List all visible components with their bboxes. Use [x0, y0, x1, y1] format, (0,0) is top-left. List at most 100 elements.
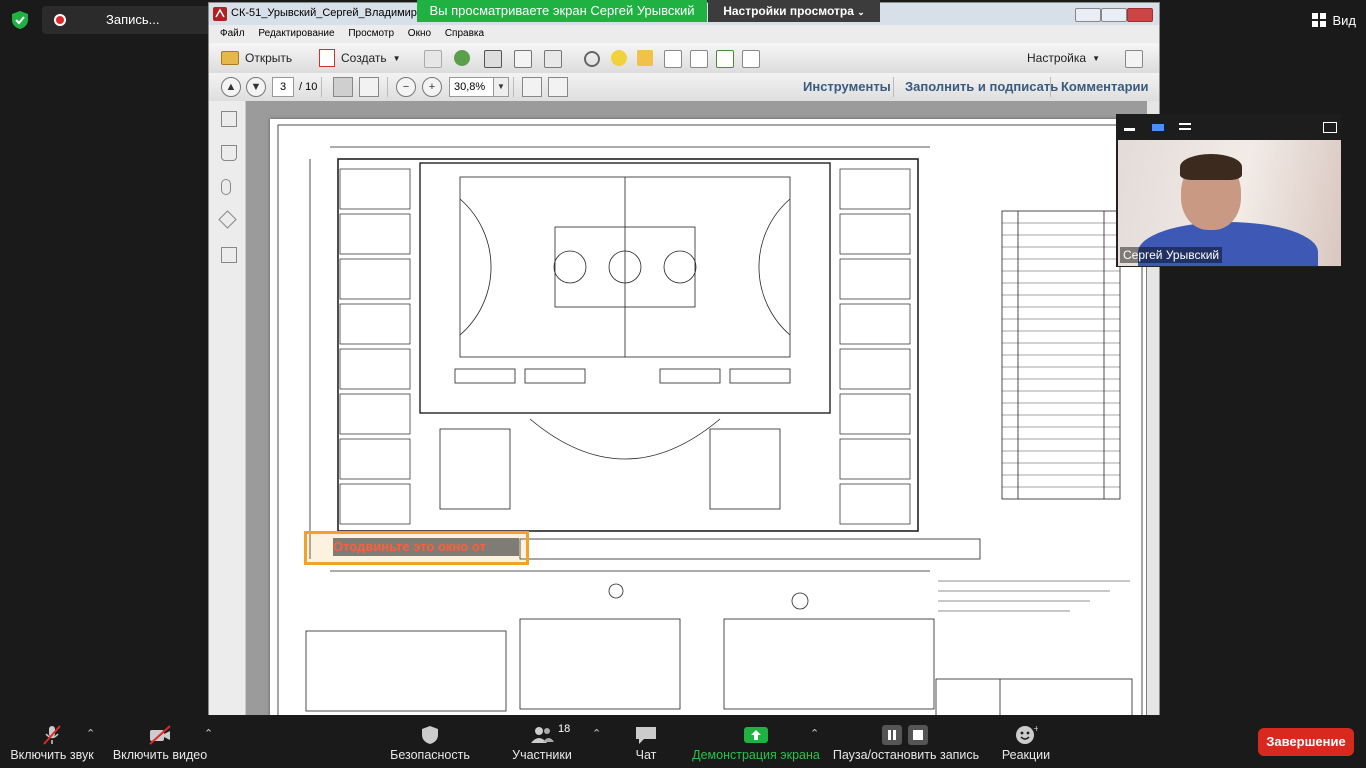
- page-number-input[interactable]: 3: [272, 77, 294, 97]
- save-icon[interactable]: [424, 50, 442, 68]
- view-settings-button[interactable]: Настройки просмотра ⌄: [708, 0, 880, 22]
- recording-indicator[interactable]: Запись...: [42, 6, 212, 34]
- select-tool-icon[interactable]: [333, 77, 353, 97]
- share-screen-button[interactable]: Демонстрация экрана: [692, 715, 820, 768]
- bookmark-icon[interactable]: [221, 145, 237, 161]
- chevron-up-icon[interactable]: ⌃: [592, 727, 601, 740]
- toolbar-divider: [321, 77, 322, 97]
- open-label: Открыть: [245, 51, 293, 65]
- extract-page-icon[interactable]: [690, 50, 708, 68]
- chevron-down-icon: ▼: [392, 53, 401, 63]
- chevron-down-icon: ▼: [1092, 53, 1100, 63]
- chat-button[interactable]: Чат: [618, 715, 674, 768]
- end-meeting-button[interactable]: Завершение: [1258, 728, 1354, 756]
- participants-count: 18: [558, 723, 571, 735]
- open-button[interactable]: Открыть: [221, 48, 292, 68]
- pages-icon[interactable]: [221, 111, 237, 127]
- zoom-in-icon[interactable]: +: [422, 77, 442, 97]
- menu-view[interactable]: Просмотр: [348, 25, 394, 43]
- toolbar-divider: [513, 77, 514, 97]
- sign-icon[interactable]: [742, 50, 760, 68]
- gear-icon[interactable]: [584, 51, 600, 67]
- menu-file[interactable]: Файл: [220, 25, 245, 43]
- cloud-upload-icon[interactable]: [454, 50, 470, 66]
- shared-acrobat-window: СК-51_Урывский_Сергей_Владимирович.pd Фа…: [208, 2, 1160, 717]
- document-area[interactable]: [246, 101, 1158, 716]
- svg-text:+: +: [1033, 725, 1038, 733]
- toolbar-divider: [893, 77, 894, 97]
- main-toolbar: Открыть Создать ▼ Настройка ▼: [209, 43, 1159, 74]
- attachment-icon[interactable]: [221, 179, 231, 195]
- chat-icon: [636, 727, 656, 744]
- unmute-label: Включить звук: [10, 748, 94, 762]
- edit-icon[interactable]: [514, 50, 532, 68]
- expand-icon[interactable]: [1125, 50, 1143, 68]
- create-pdf-icon: [319, 49, 335, 67]
- share-screen-icon: [744, 727, 768, 743]
- page-total: / 10: [299, 81, 318, 93]
- maximize-button[interactable]: [1101, 8, 1127, 22]
- hand-tool-icon[interactable]: [359, 77, 379, 97]
- chevron-up-icon[interactable]: ⌃: [810, 727, 819, 740]
- menu-help[interactable]: Справка: [445, 25, 484, 43]
- view-settings-label: Настройки просмотра: [723, 4, 854, 18]
- close-button[interactable]: [1127, 8, 1153, 22]
- fill-sign-panel-link[interactable]: Заполнить и подписать: [905, 79, 1058, 94]
- reactions-button[interactable]: + Реакции: [994, 715, 1058, 768]
- signature-icon[interactable]: [221, 247, 237, 263]
- strip-view-icon[interactable]: [1179, 123, 1191, 125]
- view-label: Вид: [1332, 12, 1356, 28]
- chevron-down-icon[interactable]: ▼: [493, 77, 509, 97]
- delete-page-icon[interactable]: [664, 50, 682, 68]
- microphone-muted-icon: [43, 725, 61, 745]
- folder-icon: [221, 51, 239, 65]
- video-panel[interactable]: Сергей Урывский: [1116, 114, 1341, 267]
- share-screen-label: Демонстрация экрана: [692, 748, 820, 762]
- fullscreen-icon[interactable]: [548, 77, 568, 97]
- zoom-out-icon[interactable]: −: [396, 77, 416, 97]
- comments-panel-link[interactable]: Комментарии: [1061, 79, 1149, 94]
- email-icon[interactable]: [544, 50, 562, 68]
- navigation-pane: [209, 101, 246, 716]
- chevron-up-icon[interactable]: ⌃: [86, 727, 95, 740]
- video-panel-bar: [1116, 114, 1341, 140]
- next-page-icon[interactable]: ▼: [246, 77, 266, 97]
- acrobat-icon: [213, 7, 227, 21]
- customize-button[interactable]: Настройка ▼: [1027, 48, 1100, 68]
- layers-icon[interactable]: [218, 210, 237, 229]
- camera-off-icon: [149, 725, 171, 745]
- move-window-warning-text: Отодвиньте это окно от: [333, 538, 519, 556]
- previous-page-icon[interactable]: ▲: [221, 77, 241, 97]
- pause-stop-recording-button[interactable]: Пауза/остановить запись: [832, 715, 980, 768]
- reactions-label: Реакции: [1001, 748, 1051, 762]
- tools-panel-link[interactable]: Инструменты: [803, 79, 891, 94]
- view-button[interactable]: Вид: [1312, 8, 1356, 32]
- customize-label: Настройка: [1027, 51, 1087, 65]
- toolbar-divider: [387, 77, 388, 97]
- single-tile-icon[interactable]: [1152, 124, 1164, 131]
- navigation-toolbar: ▲ ▼ 3 / 10 − + 30,8% ▼ Инструменты Запол…: [209, 73, 1159, 102]
- expand-video-icon[interactable]: [1323, 122, 1337, 133]
- menu-window[interactable]: Окно: [408, 25, 431, 43]
- chat-label: Чат: [635, 748, 657, 762]
- participant-video: Сергей Урывский: [1118, 140, 1341, 266]
- zoom-meeting-toolbar: Включить звук ⌃ Включить видео ⌃ Безопас…: [0, 715, 1366, 768]
- fit-page-icon[interactable]: [522, 77, 542, 97]
- create-label: Создать: [341, 51, 387, 65]
- rotate-page-icon[interactable]: [716, 50, 734, 68]
- toolbar-divider: [1050, 77, 1051, 97]
- shield-icon[interactable]: [10, 10, 30, 30]
- unmute-button[interactable]: Включить звук: [0, 715, 104, 768]
- print-icon[interactable]: [484, 50, 502, 68]
- comment-icon[interactable]: [611, 50, 627, 66]
- create-button[interactable]: Создать ▼: [319, 48, 401, 68]
- zoom-level-input[interactable]: 30,8%: [449, 77, 495, 97]
- minimize-button[interactable]: [1075, 8, 1101, 22]
- record-icon: [54, 14, 66, 26]
- highlight-icon[interactable]: [637, 50, 653, 66]
- chevron-up-icon[interactable]: ⌃: [204, 727, 213, 740]
- menu-edit[interactable]: Редактирование: [258, 25, 334, 43]
- start-video-button[interactable]: Включить видео: [108, 715, 212, 768]
- security-button[interactable]: Безопасность: [382, 715, 478, 768]
- minimize-video-icon[interactable]: [1124, 128, 1135, 131]
